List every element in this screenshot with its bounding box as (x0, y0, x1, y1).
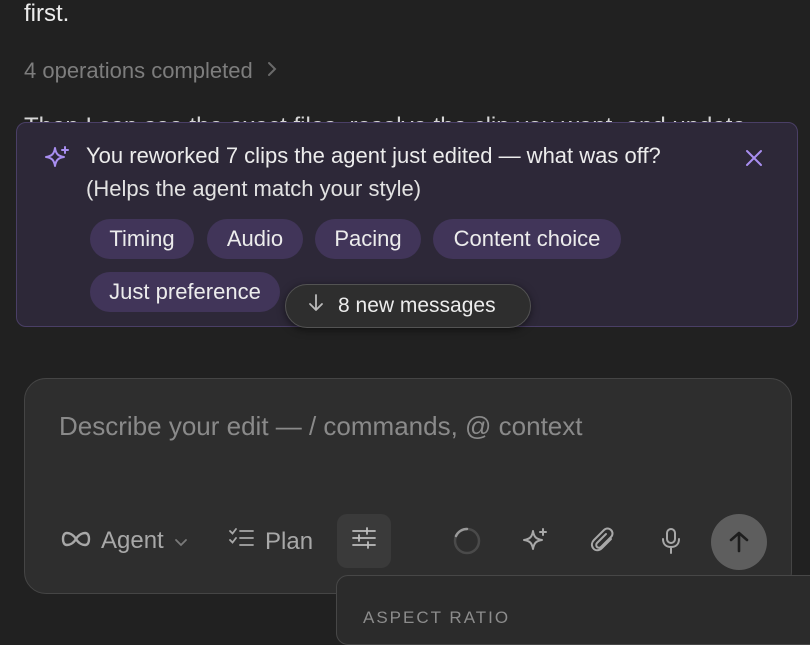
plan-label: Plan (265, 527, 314, 555)
microphone-button[interactable] (651, 521, 691, 561)
composer: Describe your edit — / commands, @ conte… (24, 378, 792, 594)
sparkle-icon (43, 145, 71, 178)
chevron-down-icon (174, 527, 188, 555)
ai-assist-button[interactable] (515, 521, 555, 561)
arrow-down-icon (308, 294, 324, 318)
sparkle-icon (523, 528, 547, 550)
plan-button[interactable]: Plan (229, 527, 313, 556)
settings-button[interactable] (337, 514, 391, 568)
sliders-icon (351, 525, 377, 558)
message-text: first. (24, 0, 70, 27)
arrow-up-icon (729, 531, 749, 553)
operations-summary[interactable]: 4 operations completed (24, 58, 277, 84)
chip-timing[interactable]: Timing (90, 219, 194, 259)
chip-content-choice[interactable]: Content choice (433, 219, 621, 259)
spinner-icon (453, 527, 481, 555)
agent-label: Agent (101, 527, 164, 554)
microphone-icon (662, 528, 680, 554)
infinity-icon (61, 527, 91, 555)
feedback-title: You reworked 7 clips the agent just edit… (86, 143, 661, 168)
paperclip-icon (590, 527, 614, 552)
new-messages-label: 8 new messages (338, 294, 496, 317)
operations-label: 4 operations completed (24, 58, 253, 83)
chip-audio[interactable]: Audio (207, 219, 303, 259)
aspect-ratio-heading: ASPECT RATIO (363, 608, 511, 627)
attach-button[interactable] (583, 521, 623, 561)
chevron-right-icon (267, 60, 277, 83)
checklist-icon (229, 527, 255, 556)
loading-button[interactable] (447, 521, 487, 561)
new-messages-button[interactable]: 8 new messages (285, 284, 531, 328)
agent-mode-dropdown[interactable]: Agent (61, 527, 188, 555)
message-input[interactable]: Describe your edit — / commands, @ conte… (59, 411, 582, 442)
send-button[interactable] (711, 514, 767, 570)
feedback-subtitle: (Helps the agent match your style) (86, 176, 422, 201)
chip-just-preference[interactable]: Just preference (90, 272, 280, 312)
close-icon (746, 150, 762, 166)
chip-pacing[interactable]: Pacing (315, 219, 421, 259)
aspect-ratio-popover: ASPECT RATIO (336, 575, 810, 645)
close-button[interactable] (741, 145, 767, 171)
